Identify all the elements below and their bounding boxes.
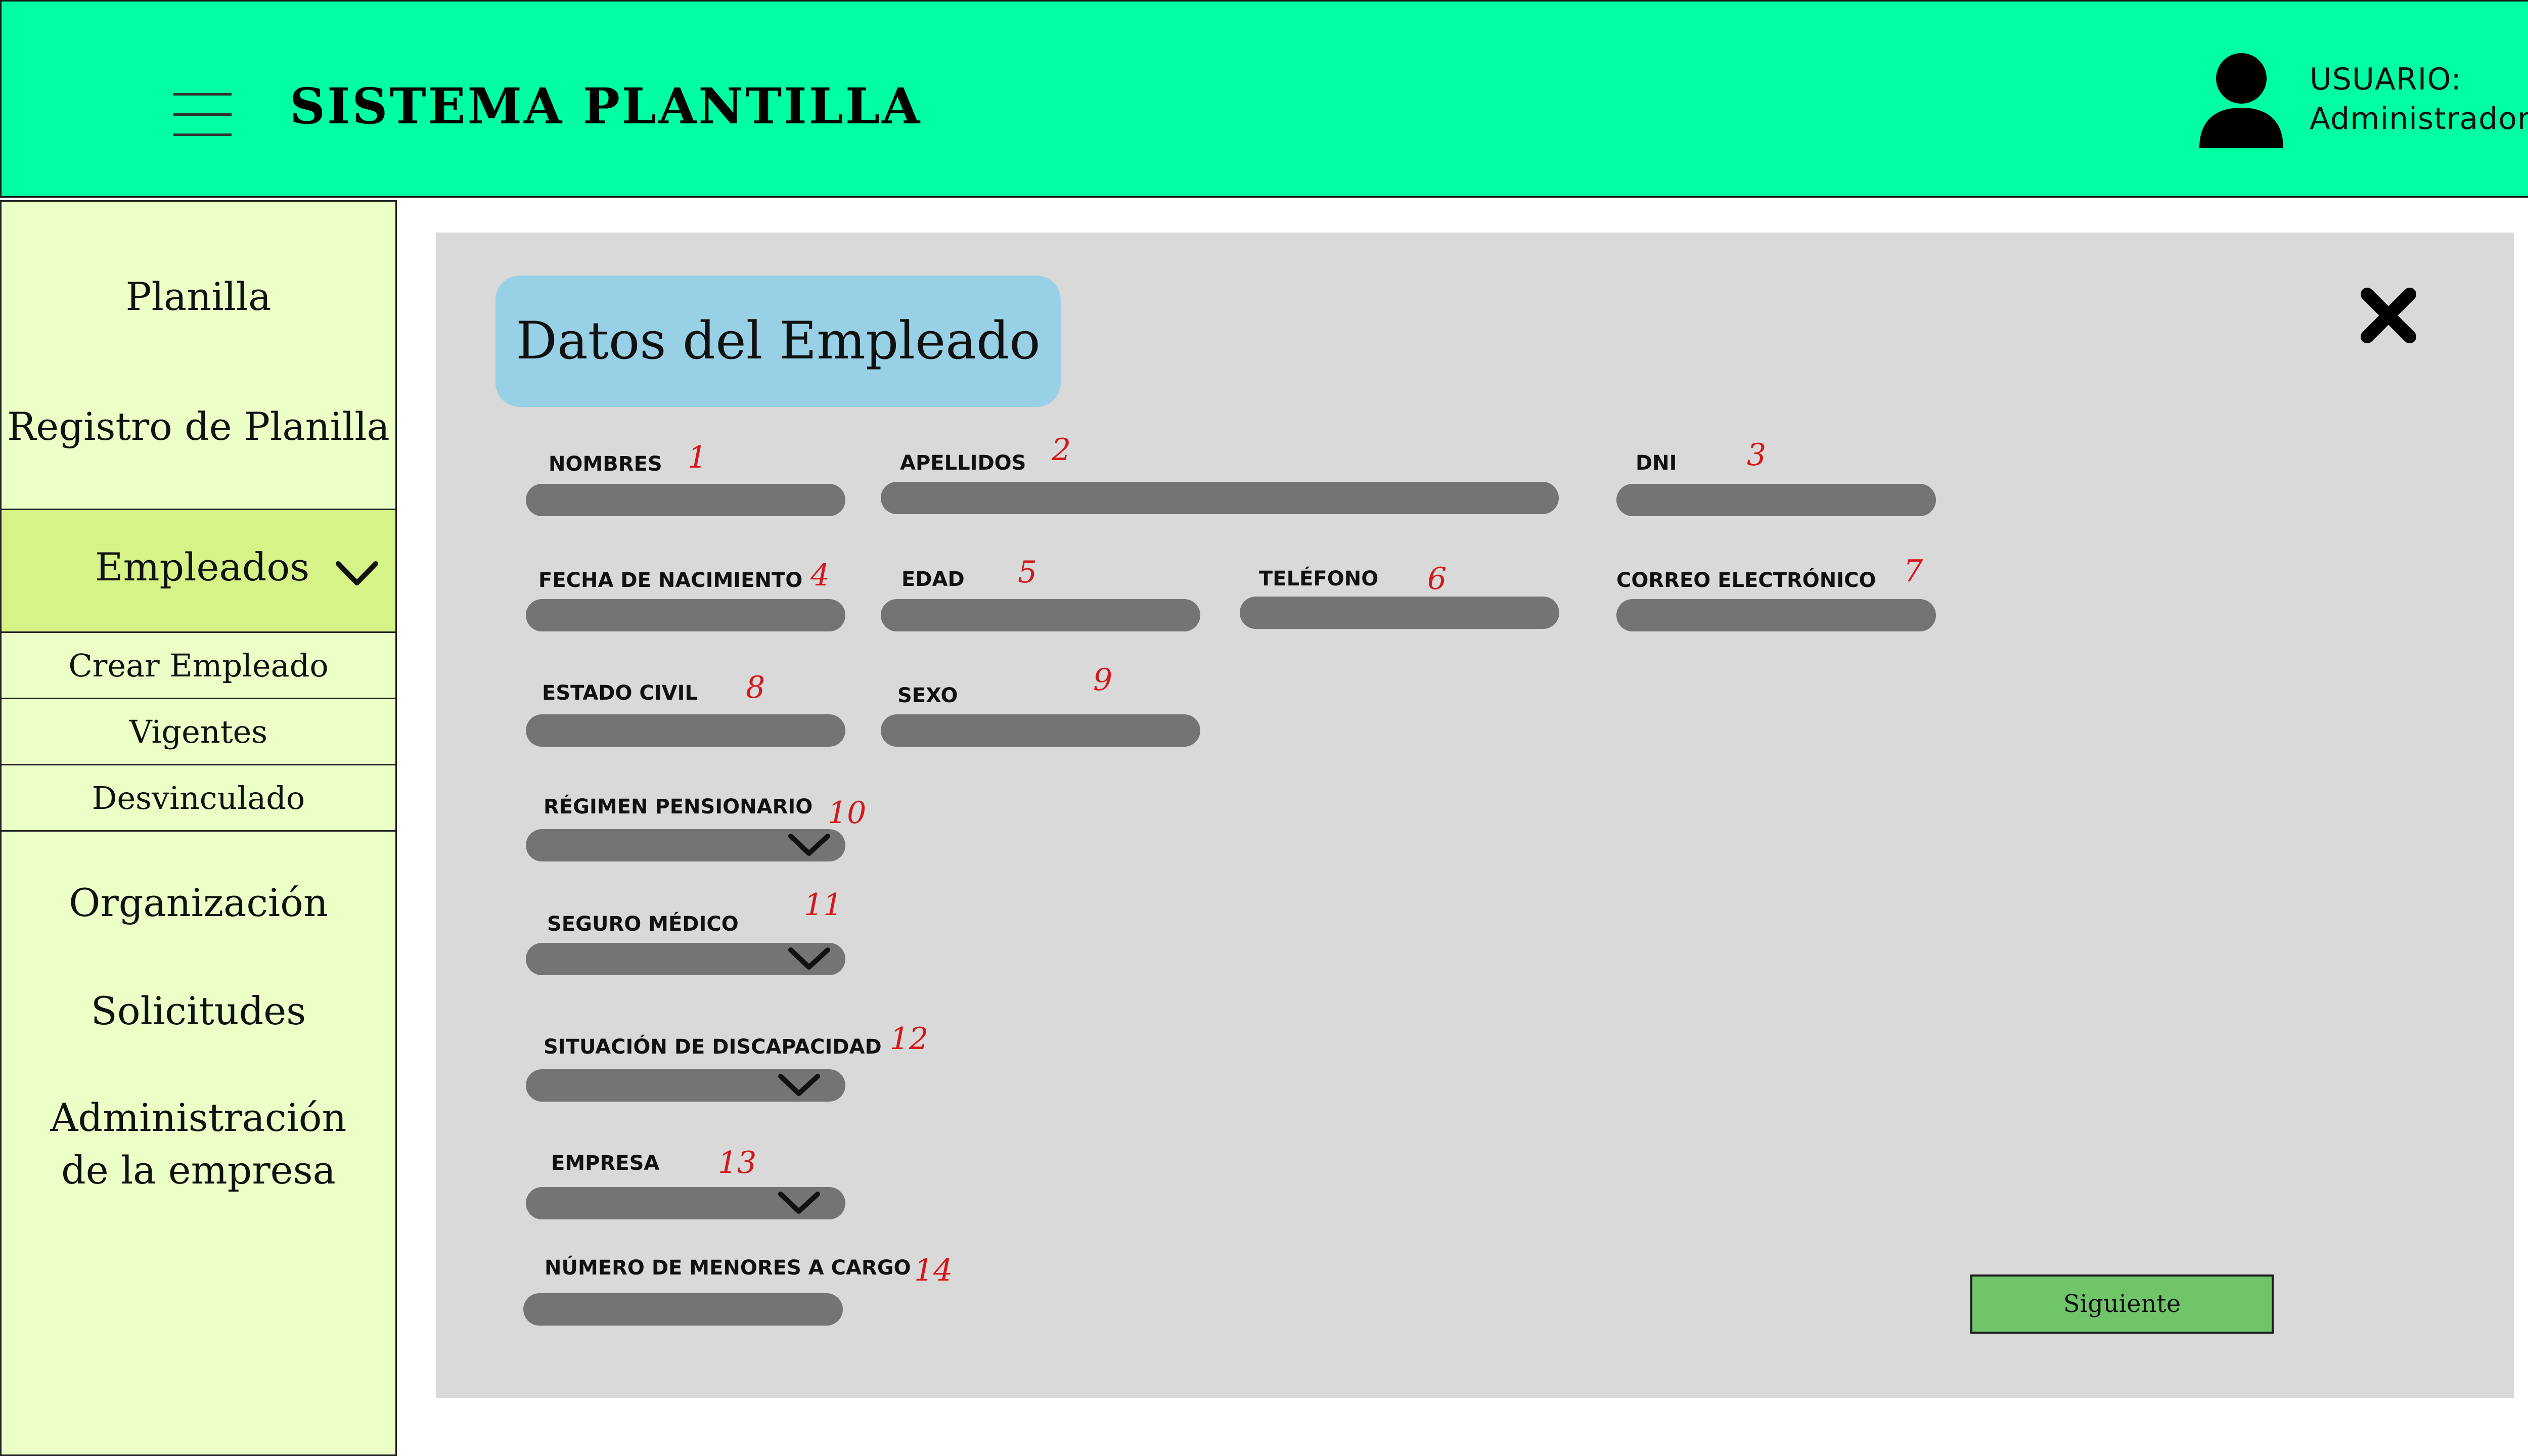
user-label: USUARIO:	[2310, 62, 2462, 97]
chevron-down-icon[interactable]	[788, 947, 831, 970]
chevron-down-icon[interactable]	[778, 1073, 821, 1097]
user-silhouette-icon	[2199, 53, 2283, 148]
field-number-6: 6	[1427, 561, 1447, 597]
hamburger-menu-icon[interactable]	[173, 90, 232, 138]
sidebar-divider	[2, 764, 395, 765]
field-label-nombres: NOMBRES	[549, 452, 662, 476]
sidebar-item-organizacion[interactable]: Organización	[2, 880, 395, 925]
field-label-edad: EDAD	[901, 568, 965, 591]
fecha-nacimiento-input[interactable]	[526, 599, 845, 631]
field-number-7: 7	[1904, 554, 1923, 589]
sidebar-divider	[2, 698, 395, 699]
dni-input[interactable]	[1616, 484, 1936, 516]
chevron-down-icon[interactable]	[778, 1191, 821, 1214]
form-title: Datos del Empleado	[495, 276, 1061, 407]
nombres-input[interactable]	[526, 484, 845, 516]
sidebar: Planilla Registro de Planilla Empleados …	[0, 200, 397, 1456]
field-number-9: 9	[1093, 662, 1113, 698]
field-number-8: 8	[746, 670, 765, 705]
field-label-dni: DNI	[1636, 451, 1677, 475]
sexo-input[interactable]	[881, 714, 1200, 747]
chevron-down-icon[interactable]	[788, 833, 831, 856]
field-number-1: 1	[688, 440, 707, 475]
sidebar-item-administracion-line2: de la empresa	[61, 1148, 336, 1193]
field-label-telefono: TELÉFONO	[1259, 567, 1379, 590]
field-label-menores-cargo: NÚMERO DE MENORES A CARGO	[545, 1256, 911, 1280]
field-label-seguro-medico: SEGURO MÉDICO	[547, 913, 739, 936]
sidebar-divider	[2, 631, 395, 633]
estado-civil-input[interactable]	[526, 714, 845, 747]
field-label-estado-civil: ESTADO CIVIL	[542, 681, 698, 705]
top-header: SISTEMA PLANTILLA USUARIO: Administrador	[0, 0, 2528, 198]
field-label-empresa: EMPRESA	[551, 1152, 660, 1175]
field-number-13: 13	[718, 1145, 757, 1180]
field-number-2: 2	[1052, 432, 1071, 468]
sidebar-item-administracion-line1: Administración	[50, 1095, 347, 1140]
field-number-4: 4	[810, 558, 830, 593]
chevron-down-icon[interactable]	[335, 561, 379, 587]
field-label-apellidos: APELLIDOS	[900, 451, 1026, 475]
sidebar-subitem-desvinculado[interactable]: Desvinculado	[2, 766, 395, 830]
menores-cargo-input[interactable]	[523, 1293, 843, 1326]
user-info: USUARIO: Administrador	[2310, 60, 2528, 139]
siguiente-button[interactable]: Siguiente	[1970, 1275, 2274, 1334]
sidebar-item-registro-planilla[interactable]: Registro de Planilla	[2, 404, 395, 449]
correo-input[interactable]	[1616, 599, 1936, 631]
sidebar-divider	[2, 830, 395, 832]
field-label-fecha-nacimiento: FECHA DE NACIMIENTO	[538, 569, 803, 592]
field-number-14: 14	[914, 1253, 953, 1288]
sidebar-item-administracion[interactable]: Administración de la empresa	[2, 1091, 395, 1197]
field-label-correo: CORREO ELECTRÓNICO	[1616, 569, 1876, 592]
user-name: Administrador	[2310, 101, 2528, 136]
field-number-5: 5	[1018, 555, 1037, 590]
sidebar-item-solicitudes[interactable]: Solicitudes	[2, 988, 395, 1033]
close-x-icon[interactable]	[2356, 283, 2421, 348]
sidebar-item-planilla[interactable]: Planilla	[2, 274, 395, 319]
sidebar-item-empleados-label: Empleados	[95, 544, 310, 589]
app-title: SISTEMA PLANTILLA	[290, 77, 922, 135]
sidebar-subitem-vigentes[interactable]: Vigentes	[2, 700, 395, 764]
sidebar-item-empleados[interactable]: Empleados	[2, 510, 395, 631]
field-number-11: 11	[804, 887, 843, 923]
field-number-3: 3	[1747, 437, 1767, 473]
apellidos-input[interactable]	[881, 482, 1559, 514]
field-number-12: 12	[890, 1021, 929, 1057]
field-label-discapacidad: SITUACIÓN DE DISCAPACIDAD	[544, 1035, 882, 1059]
sidebar-subitem-crear-empleado[interactable]: Crear Empleado	[2, 633, 395, 698]
field-label-sexo: SEXO	[897, 684, 958, 707]
field-label-regimen: RÉGIMEN PENSIONARIO	[544, 795, 813, 818]
telefono-input[interactable]	[1240, 597, 1559, 629]
edad-input[interactable]	[881, 599, 1200, 631]
field-number-10: 10	[828, 795, 867, 831]
